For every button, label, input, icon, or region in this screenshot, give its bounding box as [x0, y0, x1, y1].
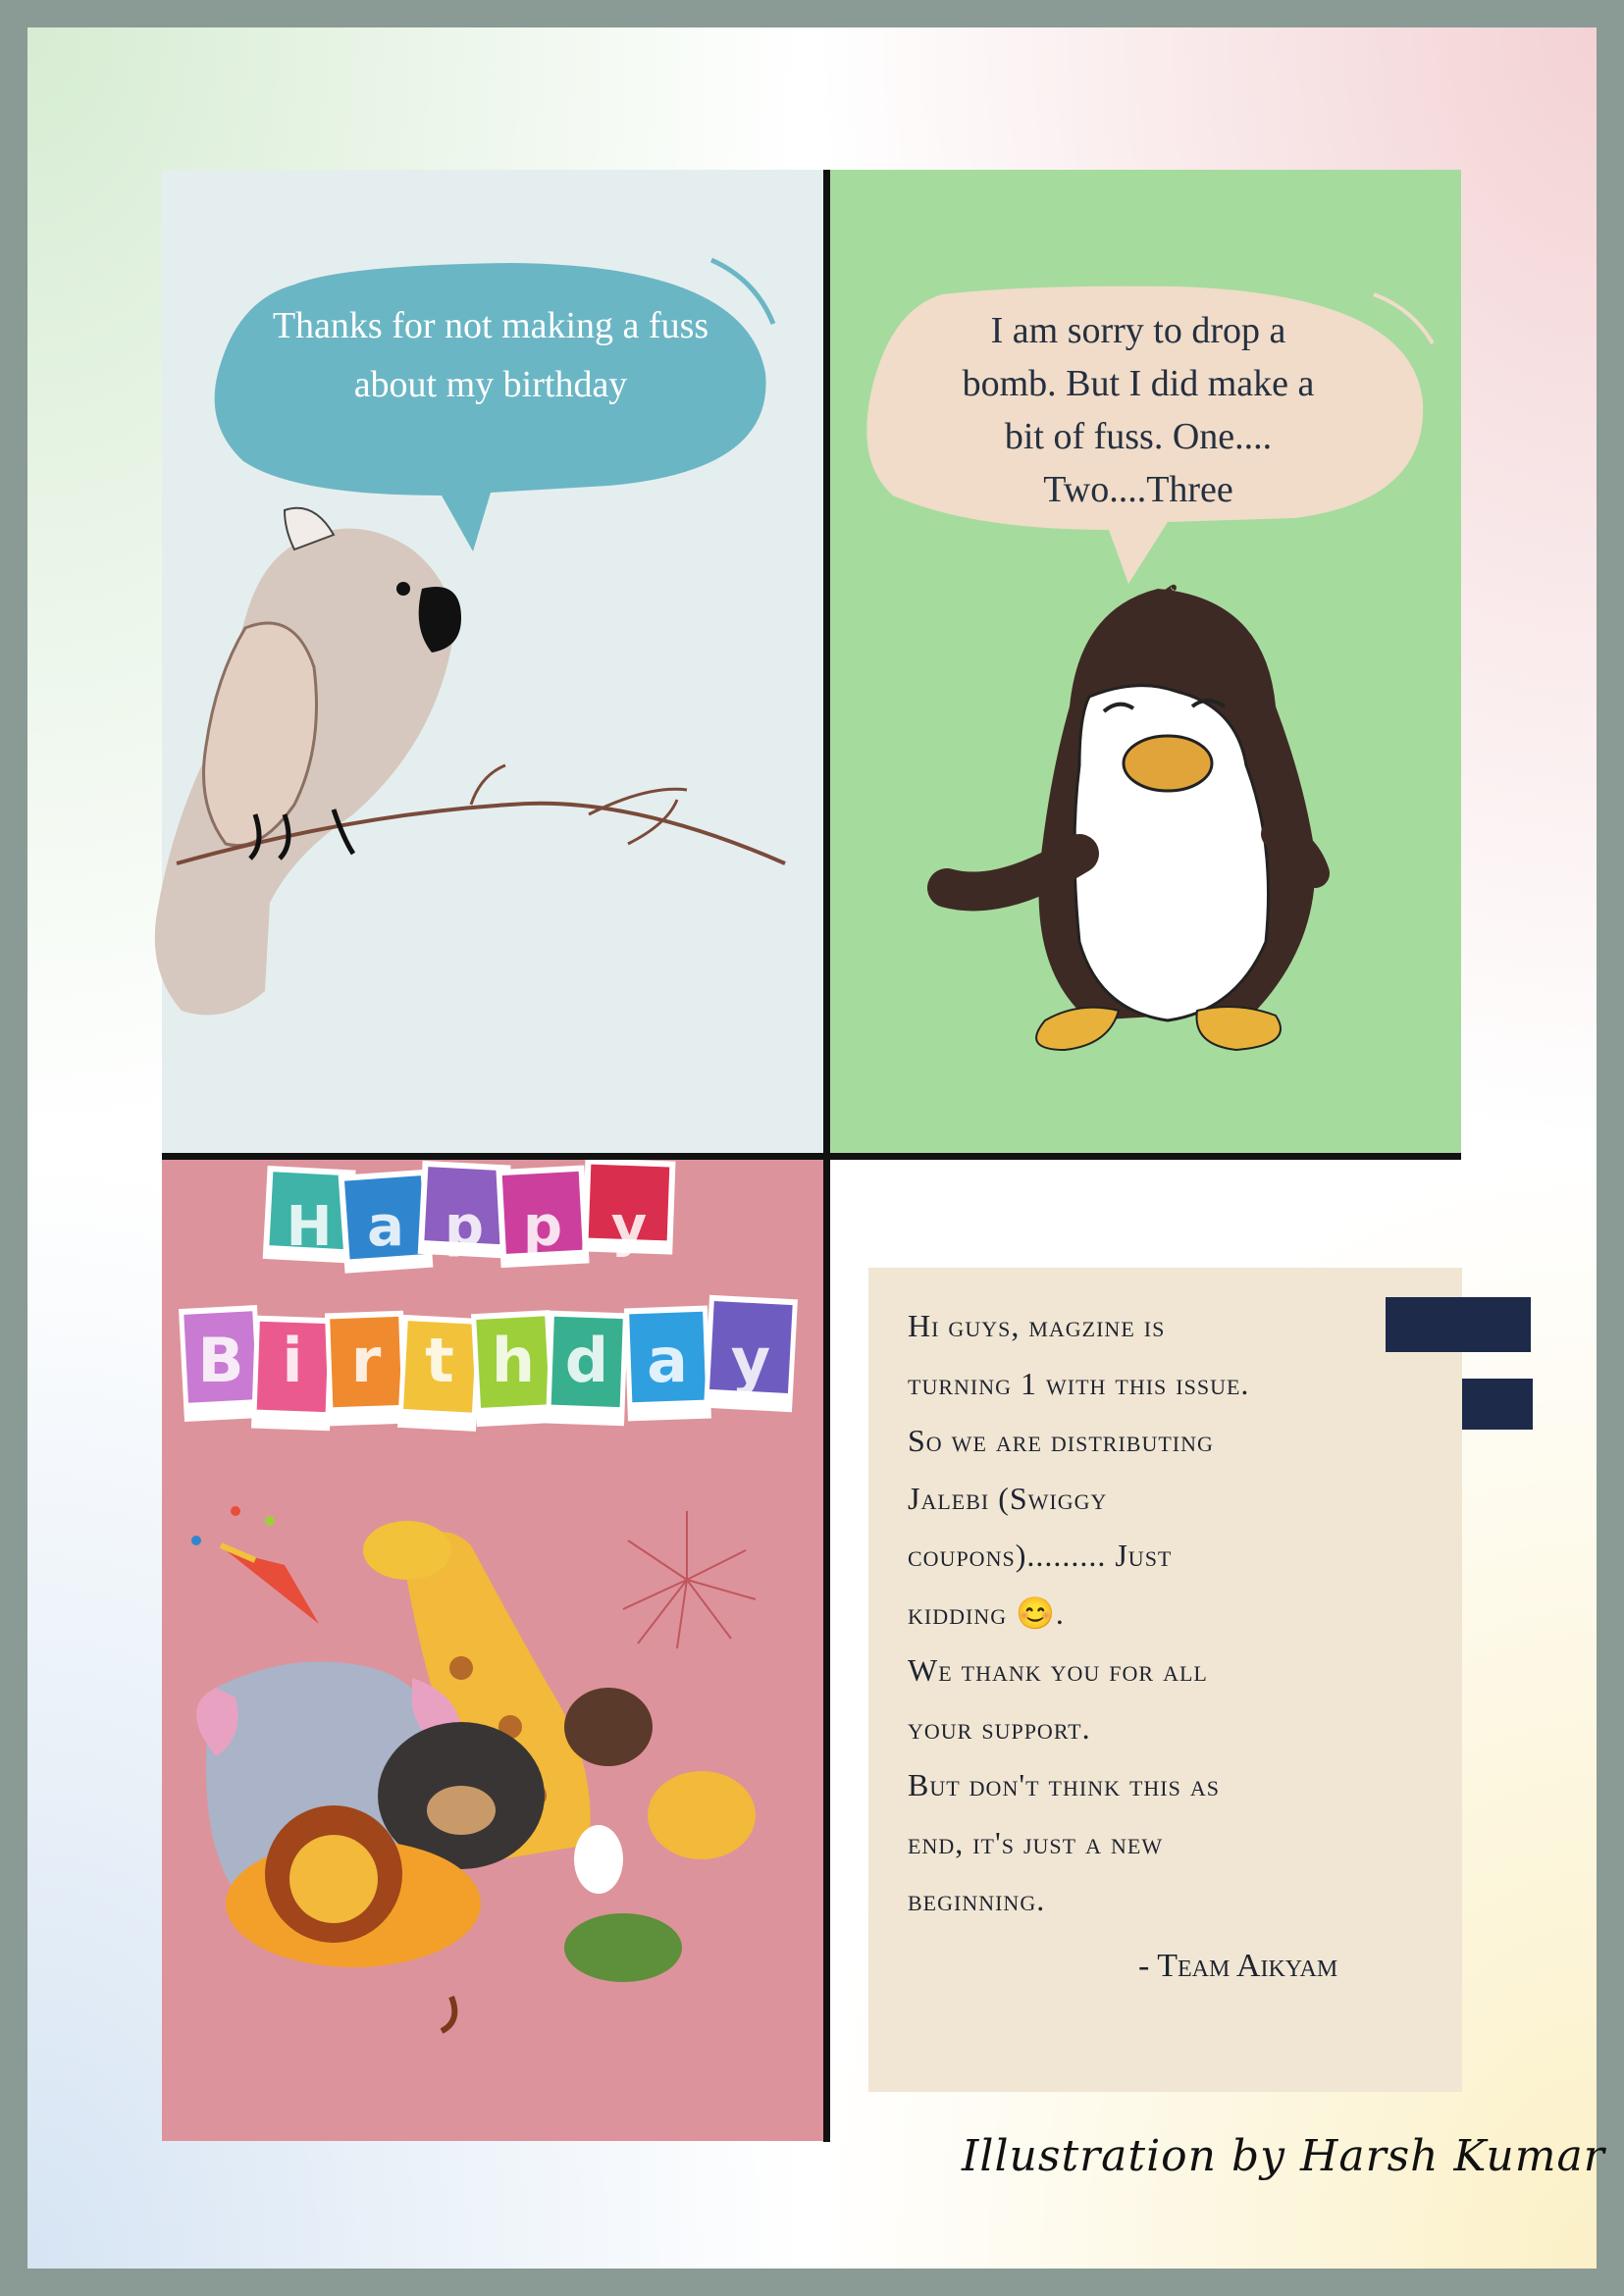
message-line: So we are distributing — [908, 1423, 1214, 1458]
tape-strip — [1386, 1297, 1531, 1352]
message-text: Hi guys, magzine is turning 1 with this … — [908, 1297, 1379, 1929]
birthday-letter: B — [197, 1325, 244, 1396]
message-line: turning 1 with this issue. — [908, 1365, 1250, 1401]
cockatoo-illustration — [154, 506, 786, 1016]
message-line: beginning. — [908, 1882, 1046, 1917]
message-line: coupons)......... Just — [908, 1538, 1173, 1573]
cockatoo-speech-text: Thanks for not making a fuss about my bi… — [272, 305, 709, 405]
happy-letter: p — [444, 1195, 485, 1259]
message-line: end, it's just a new — [908, 1824, 1164, 1860]
birthday-letter: y — [730, 1325, 771, 1396]
message-line: Jalebi (Swiggy — [908, 1480, 1108, 1516]
message-signature: - Team Aikyam — [1138, 1948, 1338, 1984]
birthday-letter: t — [425, 1325, 454, 1396]
birthday-letter: d — [564, 1325, 609, 1396]
happy-letter: p — [522, 1195, 563, 1259]
tape-strip — [1462, 1379, 1533, 1430]
illustration-credit: Illustration by Harsh Kumar — [962, 2131, 1605, 2181]
happy-letter: H — [286, 1195, 333, 1259]
message-line: your support. — [908, 1709, 1091, 1746]
message-line: kidding 😊. — [908, 1594, 1065, 1631]
message-line: We thank you for all — [908, 1652, 1208, 1688]
message-line: But don't think this as — [908, 1767, 1220, 1802]
birthday-letter: r — [350, 1325, 382, 1396]
penguin-speech-text: I am sorry to drop a bomb. But I did mak… — [962, 310, 1315, 510]
birthday-letter: i — [282, 1325, 303, 1396]
birthday-letter: h — [491, 1325, 536, 1396]
message-line: Hi guys, magzine is — [908, 1308, 1166, 1343]
happy-letter: y — [610, 1195, 648, 1259]
birthday-letter: a — [647, 1325, 688, 1396]
animal-group-illustration — [196, 1521, 756, 2034]
horizontal-divider — [162, 1153, 1461, 1160]
penguin-illustration — [927, 584, 1330, 1052]
happy-letter: a — [367, 1195, 404, 1259]
